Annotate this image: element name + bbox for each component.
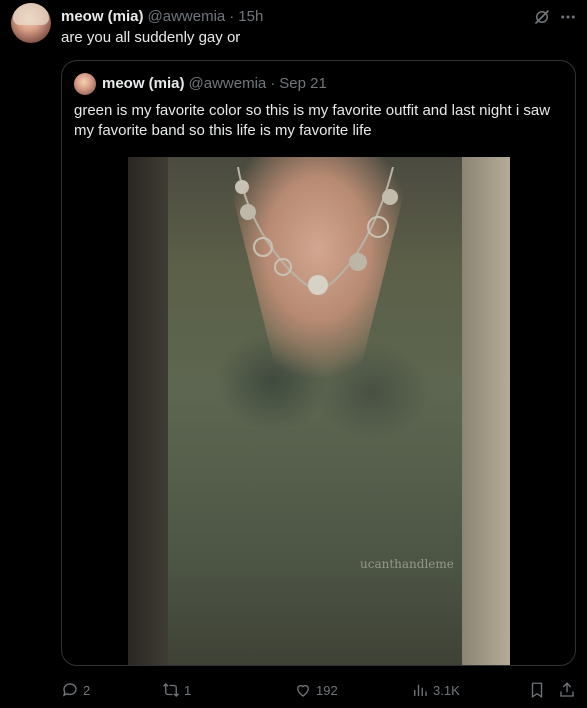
reply-button[interactable]: 2	[61, 680, 90, 700]
repost-count: 1	[184, 682, 192, 698]
bookmark-button[interactable]	[528, 680, 550, 700]
separator-dot: ·	[229, 7, 235, 25]
quoted-date: Sep 21	[279, 75, 327, 92]
quoted-tweet[interactable]: meow (mia) @awwemia · Sep 21 green is my…	[61, 60, 576, 666]
image-watermark: ucanthandleme	[360, 557, 454, 571]
share-button[interactable]	[558, 680, 580, 700]
like-count: 192	[316, 682, 338, 698]
author-handle[interactable]: @awwemia	[148, 8, 226, 25]
share-icon	[560, 682, 574, 697]
view-count: 3.1K	[433, 682, 460, 698]
author-display-name[interactable]: meow (mia)	[61, 8, 144, 25]
quoted-handle: @awwemia	[188, 75, 267, 92]
tweet-text: are you all suddenly gay or	[61, 29, 241, 46]
quoted-header: meow (mia) @awwemia · Sep 21	[102, 75, 327, 92]
more-icon[interactable]	[559, 8, 577, 26]
quoted-avatar	[74, 73, 96, 95]
tweet-timestamp[interactable]: 15h	[238, 8, 263, 25]
repost-button[interactable]: 1	[162, 680, 191, 700]
avatar[interactable]	[11, 3, 51, 43]
necklace-graphic	[235, 167, 398, 295]
views-button[interactable]: 3.1K	[411, 680, 460, 700]
tweet[interactable]: meow (mia) @awwemia · 15h are you all su…	[0, 0, 587, 708]
views-icon	[414, 684, 427, 696]
quoted-separator-dot: ·	[270, 75, 276, 92]
tweet-header: meow (mia) @awwemia · 15h	[61, 6, 263, 26]
heart-icon	[297, 684, 309, 697]
quoted-text: green is my favorite color so this is my…	[74, 102, 551, 139]
quoted-media-image[interactable]: ucanthandleme	[128, 157, 510, 665]
like-button[interactable]: 192	[294, 680, 338, 700]
action-bar: 2 1 192 3.1K	[61, 680, 577, 700]
bookmark-icon	[531, 682, 543, 699]
reply-count: 2	[83, 682, 91, 698]
repost-icon	[163, 683, 179, 697]
reply-icon	[62, 683, 77, 697]
grok-icon[interactable]	[533, 8, 551, 26]
quoted-display-name: meow (mia)	[102, 75, 185, 92]
